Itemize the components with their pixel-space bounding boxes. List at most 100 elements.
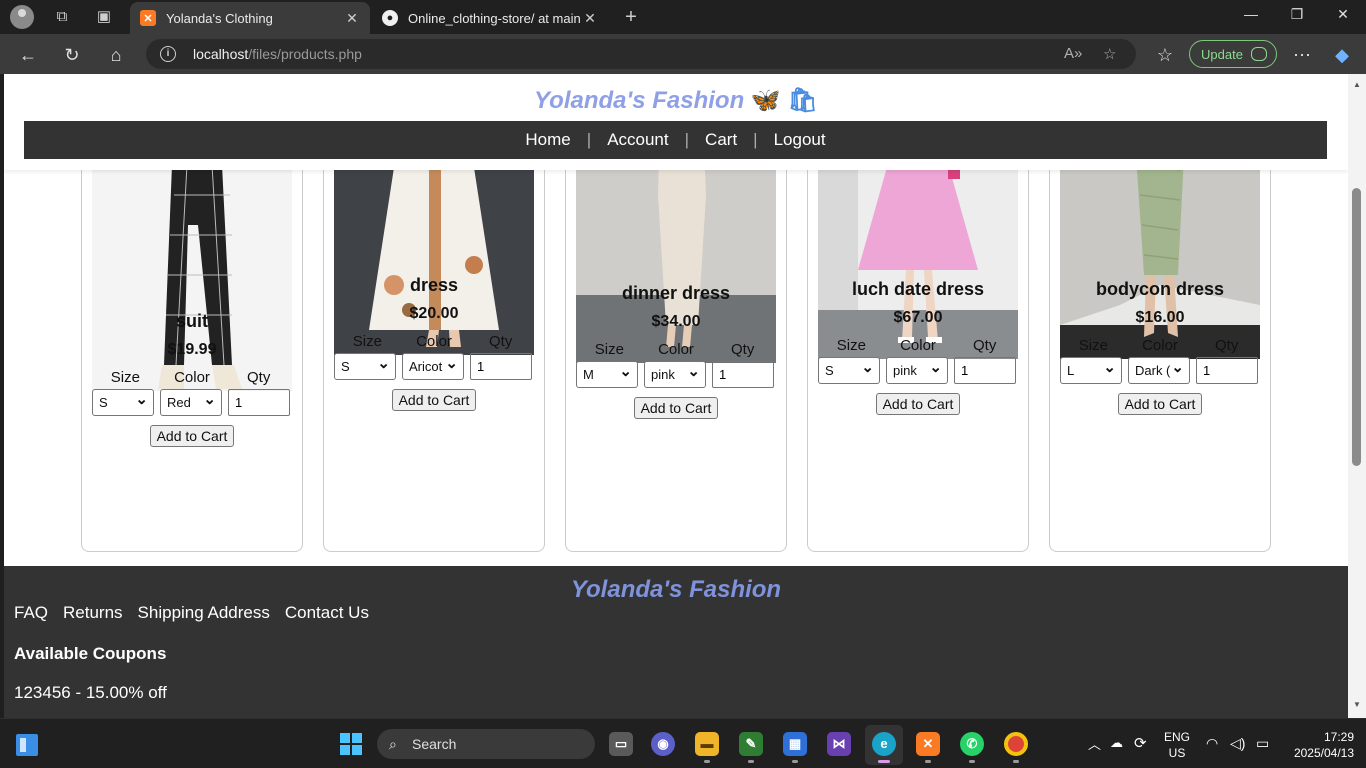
scroll-down-arrow-icon[interactable]: ▼ [1352, 700, 1362, 709]
window-close-icon[interactable]: ✕ [1328, 6, 1358, 23]
add-to-cart-button[interactable]: Add to Cart [391, 389, 477, 411]
windows-taskbar: ⌕ Search ▭ ◉ ▬ ✎ ▦ ⋈ e ✕ ✆ ︿ ☁ ⟳ ENG US ◠… [0, 718, 1366, 768]
option-controls: S Aricot 1 [334, 353, 534, 380]
refresh-icon[interactable]: ↻ [60, 43, 84, 67]
product-name: bodycon dress [1095, 279, 1225, 299]
wifi-icon[interactable]: ◠ [1206, 735, 1218, 752]
color-label: Color [416, 333, 452, 350]
tab-yolandas-clothing[interactable]: ✕ Yolanda's Clothing ✕ [130, 2, 370, 34]
more-menu-icon[interactable]: ⋯ [1290, 43, 1314, 67]
size-select[interactable]: S [818, 357, 880, 384]
notepad-plus-icon[interactable]: ✎ [739, 732, 763, 756]
footer-link-faq[interactable]: FAQ [14, 603, 48, 623]
product-name: suit [175, 311, 208, 331]
nav-cart[interactable]: Cart [689, 130, 753, 150]
workspaces-icon[interactable]: ⧉ [51, 6, 73, 28]
color-select[interactable]: Red [160, 389, 222, 416]
running-indicator [792, 760, 798, 763]
footer-link-contact-us[interactable]: Contact Us [285, 603, 369, 623]
close-icon[interactable]: ✕ [344, 10, 360, 27]
qty-input[interactable]: 1 [954, 357, 1016, 384]
product-price: $34.00 [651, 313, 701, 330]
file-explorer-icon[interactable]: ▬ [695, 732, 719, 756]
url-text[interactable]: localhost/files/products.php [193, 46, 362, 62]
visual-studio-icon[interactable]: ⋈ [827, 732, 851, 756]
task-view-icon[interactable]: ▭ [609, 732, 633, 756]
update-button[interactable]: Update [1189, 40, 1277, 68]
xampp-icon[interactable]: ✕ [916, 732, 940, 756]
footer-link-returns[interactable]: Returns [63, 603, 123, 623]
qty-input[interactable]: 1 [228, 389, 290, 416]
footer-brand: Yolanda's Fashion [570, 576, 782, 603]
nav-home[interactable]: Home [509, 130, 586, 150]
qty-input[interactable]: 1 [1196, 357, 1258, 384]
site-info-icon[interactable]: i [160, 46, 176, 62]
size-select[interactable]: L [1060, 357, 1122, 384]
tab-actions-icon[interactable]: ▣ [93, 6, 115, 28]
coupons-heading: Available Coupons [14, 644, 167, 663]
add-to-cart-button[interactable]: Add to Cart [875, 393, 961, 415]
product-name: dress [409, 275, 459, 295]
meet-camera-icon[interactable]: ◉ [651, 732, 675, 756]
url-path: /files/products.php [248, 46, 362, 62]
back-arrow-icon[interactable]: ← [16, 43, 40, 67]
minimize-icon[interactable]: — [1236, 6, 1266, 22]
qty-input[interactable]: 1 [712, 361, 774, 388]
tray-overflow-chevron-icon[interactable]: ︿ [1088, 734, 1101, 753]
clock-time: 17:29 [1323, 730, 1354, 744]
color-select[interactable]: Aricot [402, 353, 464, 380]
widgets-icon[interactable] [16, 734, 38, 756]
edge-browser-icon[interactable]: e [872, 732, 896, 756]
read-aloud-icon[interactable]: A» [1064, 45, 1082, 62]
microsoft-store-icon[interactable]: ▦ [783, 732, 807, 756]
xampp-favicon-icon: ✕ [140, 10, 156, 26]
language-indicator[interactable]: ENG US [1162, 729, 1192, 761]
color-label: Color [1142, 337, 1178, 354]
address-bar[interactable]: i localhost/files/products.php A» ☆ [146, 39, 1136, 69]
copilot-icon[interactable]: ◆ [1330, 43, 1354, 67]
size-select[interactable]: M [576, 361, 638, 388]
nav-account[interactable]: Account [591, 130, 684, 150]
profile-avatar-icon[interactable] [10, 5, 34, 29]
color-select[interactable]: Dark ( [1128, 357, 1190, 384]
footer-links: FAQ Returns Shipping Address Contact Us [14, 603, 369, 623]
home-icon[interactable]: ⌂ [104, 43, 128, 67]
restore-icon[interactable]: ❐ [1282, 6, 1312, 23]
page-scrollbar[interactable]: ▲ ▼ [1348, 74, 1366, 718]
color-select[interactable]: pink [644, 361, 706, 388]
main-nav: Home | Account | Cart | Logout [24, 121, 1327, 159]
add-to-cart-button[interactable]: Add to Cart [633, 397, 719, 419]
taskbar-search[interactable]: ⌕ Search [377, 729, 595, 759]
nav-logout[interactable]: Logout [758, 130, 842, 150]
clock-date: 2025/04/13 [1293, 746, 1354, 760]
size-select[interactable]: S [334, 353, 396, 380]
favorite-star-icon[interactable]: ☆ [1103, 45, 1116, 63]
tab-github[interactable]: ● Online_clothing-store/ at main · Y ✕ [372, 2, 608, 34]
sync-icon[interactable]: ⟳ [1134, 734, 1147, 752]
site-brand[interactable]: Yolanda's Fashion 🦋 🛍 [4, 86, 1348, 115]
add-to-cart-button[interactable]: Add to Cart [149, 425, 235, 447]
qty-label: Qty [731, 341, 755, 358]
whatsapp-icon[interactable]: ✆ [960, 732, 984, 756]
size-select[interactable]: S [92, 389, 154, 416]
volume-icon[interactable]: ◁) [1230, 735, 1245, 752]
system-clock[interactable]: 17:29 2025/04/13 [1284, 729, 1354, 761]
site-footer: Yolanda's Fashion FAQ Returns Shipping A… [4, 566, 1348, 718]
scroll-up-arrow-icon[interactable]: ▲ [1352, 80, 1362, 89]
chrome-icon[interactable] [1004, 732, 1028, 756]
new-tab-plus-icon[interactable]: + [620, 6, 642, 28]
favorites-icon[interactable]: ☆ [1153, 43, 1177, 67]
onedrive-icon[interactable]: ☁ [1110, 735, 1123, 751]
running-indicator [969, 760, 975, 763]
brand-text: Yolanda's Fashion [534, 87, 745, 114]
footer-link-shipping-address[interactable]: Shipping Address [138, 603, 270, 623]
add-to-cart-button[interactable]: Add to Cart [1117, 393, 1203, 415]
windows-start-icon[interactable] [340, 733, 362, 755]
url-host: localhost [193, 46, 249, 62]
color-select[interactable]: pink [886, 357, 948, 384]
qty-input[interactable]: 1 [470, 353, 532, 380]
close-icon[interactable]: ✕ [582, 10, 598, 27]
scrollbar-thumb[interactable] [1352, 188, 1361, 466]
battery-icon[interactable]: ▭ [1256, 735, 1269, 752]
product-name: dinner dress [621, 283, 731, 303]
